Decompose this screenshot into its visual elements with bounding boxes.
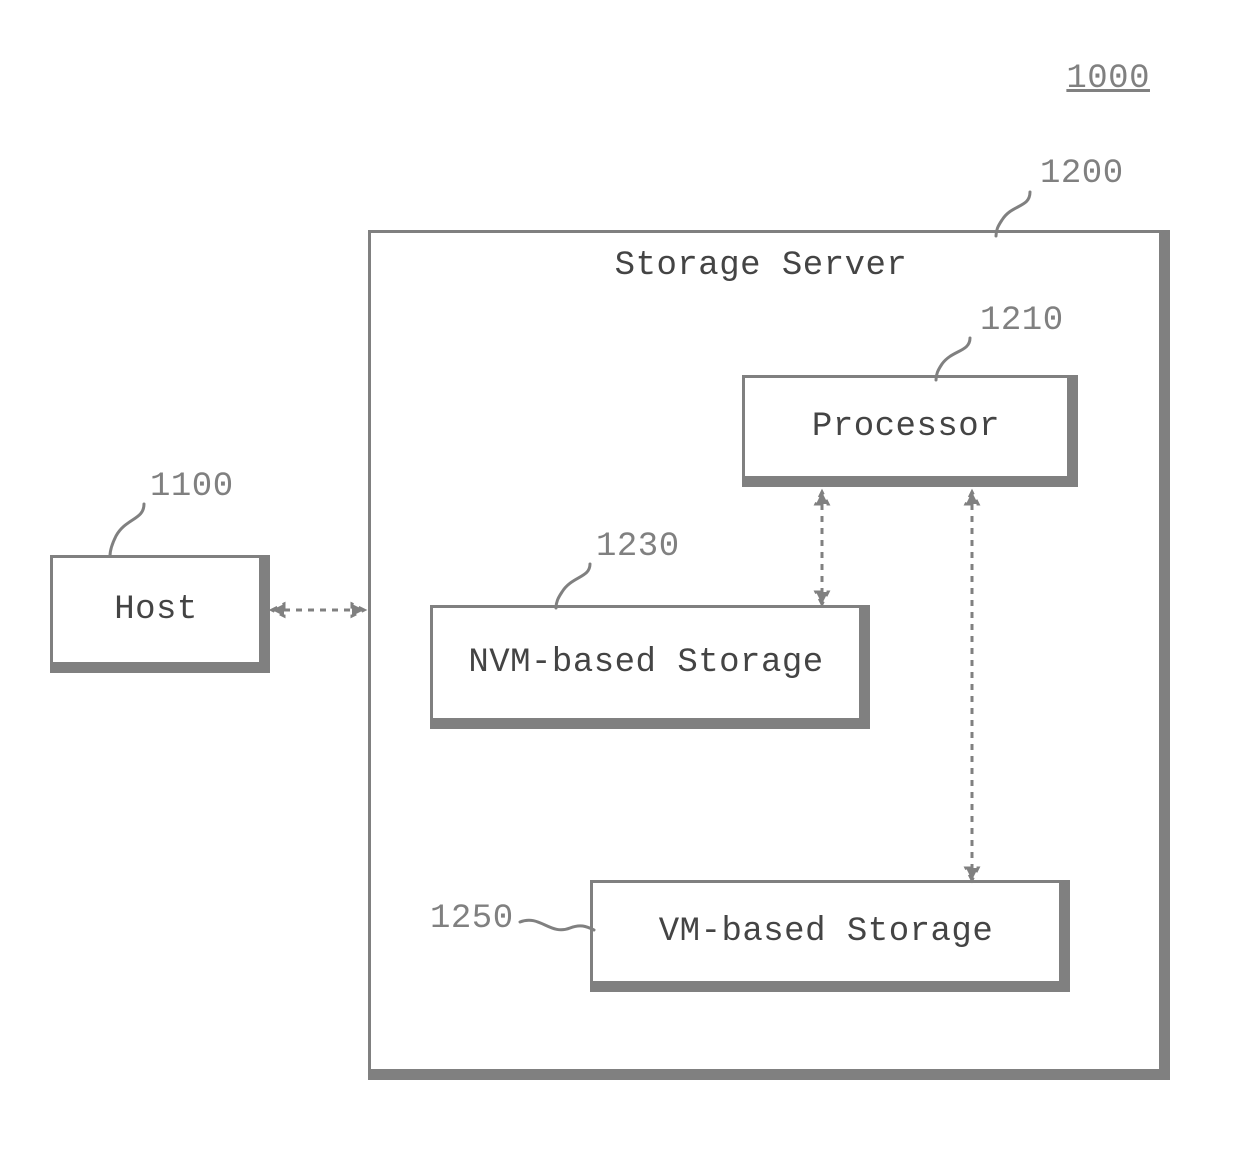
- vm-storage-label: VM-based Storage: [659, 913, 993, 951]
- vm-storage-ref: 1250: [430, 900, 514, 938]
- leader-1200: [990, 190, 1040, 238]
- storage-server-title: Storage Server: [371, 247, 1151, 285]
- leader-1210: [930, 336, 980, 382]
- vm-storage-box: VM-based Storage: [590, 880, 1070, 992]
- host-label: Host: [114, 591, 198, 629]
- processor-box: Processor: [742, 375, 1078, 487]
- leader-1100: [104, 502, 154, 558]
- host-box: Host: [50, 555, 270, 673]
- nvm-storage-ref: 1230: [596, 528, 680, 566]
- processor-label: Processor: [812, 408, 1000, 446]
- arrow-proc-nvm: [810, 478, 834, 618]
- leader-1250: [518, 910, 596, 944]
- leader-1230: [550, 562, 600, 610]
- host-ref: 1100: [150, 468, 234, 506]
- system-ref: 1000: [1066, 60, 1150, 98]
- nvm-storage-box: NVM-based Storage: [430, 605, 870, 729]
- nvm-storage-label: NVM-based Storage: [468, 644, 823, 682]
- diagram-stage: 1000 Storage Server 1200 Processor 1210 …: [0, 0, 1240, 1171]
- processor-ref: 1210: [980, 302, 1064, 340]
- arrow-proc-vm: [960, 478, 984, 894]
- arrow-host-server: [258, 598, 378, 622]
- storage-server-ref: 1200: [1040, 155, 1124, 193]
